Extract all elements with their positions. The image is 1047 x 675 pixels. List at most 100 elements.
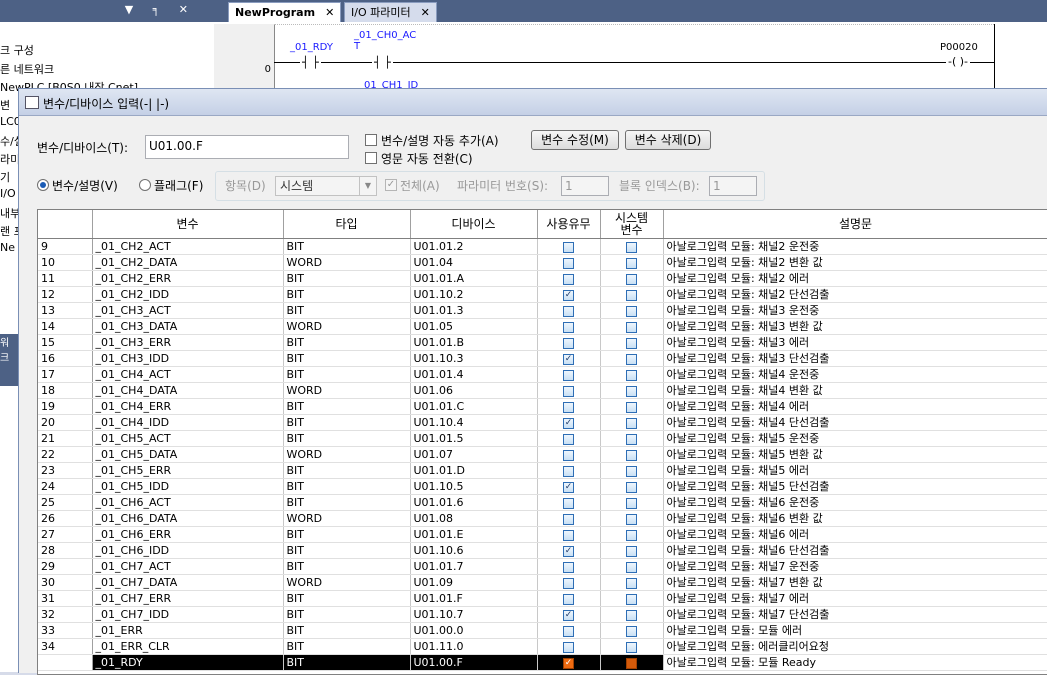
use-checkbox[interactable]: ✓ bbox=[563, 353, 574, 365]
radio-variable[interactable] bbox=[37, 179, 49, 191]
system-variable-checkbox[interactable] bbox=[626, 641, 637, 653]
block-index-input[interactable]: 1 bbox=[709, 176, 757, 196]
table-row[interactable]: 28 _01_CH6_IDD BIT U01.10.6 ✓ 아날로그입력 모듈: 채널6 … bbox=[38, 542, 1047, 559]
radio-flag[interactable] bbox=[139, 179, 151, 191]
system-variable-checkbox[interactable] bbox=[626, 273, 637, 285]
table-row[interactable]: 26 _01_CH6_DATA WORD U01.08 아날로그입력 모듈: 채널6 변… bbox=[38, 510, 1047, 527]
table-row[interactable]: 27 _01_CH6_ERR BIT U01.01.E 아날로그입력 모듈: 채널6 에… bbox=[38, 526, 1047, 543]
system-variable-checkbox[interactable] bbox=[626, 449, 637, 461]
system-variable-checkbox[interactable] bbox=[626, 401, 637, 413]
use-checkbox[interactable] bbox=[563, 241, 574, 253]
column-header[interactable]: 타입 bbox=[283, 210, 411, 239]
use-checkbox[interactable] bbox=[563, 369, 574, 381]
system-variable-checkbox[interactable] bbox=[626, 385, 637, 397]
system-variable-checkbox[interactable] bbox=[626, 513, 637, 525]
item-select[interactable]: 시스템 ▼ bbox=[275, 176, 377, 196]
use-checkbox[interactable] bbox=[563, 257, 574, 269]
use-checkbox[interactable] bbox=[563, 577, 574, 589]
table-row[interactable]: 25 _01_CH6_ACT BIT U01.01.6 아날로그입력 모듈: 채널6 운… bbox=[38, 494, 1047, 511]
tree-item[interactable]: 크 구성 bbox=[0, 42, 34, 58]
system-variable-checkbox[interactable] bbox=[626, 353, 637, 365]
eng-switch-checkbox[interactable] bbox=[365, 152, 377, 164]
tree-item[interactable]: Ne bbox=[0, 241, 15, 254]
table-row[interactable]: 19 _01_CH4_ERR BIT U01.01.C 아날로그입력 모듈: 채널4 에… bbox=[38, 398, 1047, 415]
system-variable-checkbox[interactable] bbox=[626, 625, 637, 637]
table-row[interactable]: 16 _01_CH3_IDD BIT U01.10.3 ✓ 아날로그입력 모듈: 채널3 … bbox=[38, 350, 1047, 367]
edit-variable-button[interactable]: 변수 수정(M) bbox=[531, 130, 619, 150]
auto-add-checkbox[interactable] bbox=[365, 134, 377, 146]
tree-item[interactable]: I/O bbox=[0, 187, 16, 200]
all-checkbox[interactable]: ✓ bbox=[385, 179, 397, 191]
system-variable-checkbox[interactable] bbox=[626, 481, 637, 493]
var-device-input[interactable]: U01.00.F bbox=[145, 135, 349, 159]
use-checkbox[interactable] bbox=[563, 321, 574, 333]
close-icon[interactable]: ✕ bbox=[421, 6, 430, 19]
use-checkbox[interactable] bbox=[563, 305, 574, 317]
system-variable-checkbox[interactable] bbox=[626, 433, 637, 445]
close-icon[interactable]: ✕ bbox=[325, 6, 334, 19]
tree-item[interactable]: 른 네트워크 bbox=[0, 61, 54, 77]
use-checkbox[interactable]: ✓ bbox=[563, 545, 574, 557]
param-number-input[interactable]: 1 bbox=[561, 176, 609, 196]
system-variable-checkbox[interactable] bbox=[626, 577, 637, 589]
table-row[interactable]: 13 _01_CH3_ACT BIT U01.01.3 아날로그입력 모듈: 채널3 운… bbox=[38, 302, 1047, 319]
use-checkbox[interactable] bbox=[563, 433, 574, 445]
use-checkbox[interactable] bbox=[563, 625, 574, 637]
column-header[interactable]: 설명문 bbox=[663, 210, 1047, 239]
use-checkbox[interactable]: ✓ bbox=[563, 289, 574, 301]
use-checkbox[interactable] bbox=[563, 385, 574, 397]
tab-newprogram[interactable]: NewProgram ✕ bbox=[228, 2, 342, 22]
system-variable-checkbox[interactable] bbox=[626, 241, 637, 253]
use-checkbox[interactable] bbox=[563, 593, 574, 605]
system-variable-checkbox[interactable] bbox=[626, 497, 637, 509]
system-variable-checkbox[interactable] bbox=[626, 465, 637, 477]
table-row[interactable]: 31 _01_CH7_ERR BIT U01.01.F 아날로그입력 모듈: 채널7 에… bbox=[38, 590, 1047, 607]
system-variable-checkbox[interactable] bbox=[626, 657, 637, 669]
system-variable-checkbox[interactable] bbox=[626, 561, 637, 573]
table-row[interactable]: 33 _01_ERR BIT U01.00.0 아날로그입력 모듈: 모듈 에러 bbox=[38, 622, 1047, 639]
column-header[interactable]: 디바이스 bbox=[410, 210, 538, 239]
table-row[interactable]: 32 _01_CH7_IDD BIT U01.10.7 ✓ 아날로그입력 모듈: 채널7 … bbox=[38, 606, 1047, 623]
contact-label[interactable]: _01_RDY bbox=[290, 42, 333, 53]
tab-io-parameter[interactable]: I/O 파라미터 ✕ bbox=[344, 2, 437, 22]
system-variable-checkbox[interactable] bbox=[626, 529, 637, 541]
table-row[interactable]: 34 _01_ERR_CLR BIT U01.11.0 아날로그입력 모듈: 에러클리어… bbox=[38, 638, 1047, 655]
table-row[interactable]: 17 _01_CH4_ACT BIT U01.01.4 아날로그입력 모듈: 채널4 운… bbox=[38, 366, 1047, 383]
use-checkbox[interactable] bbox=[563, 529, 574, 541]
use-checkbox[interactable] bbox=[563, 465, 574, 477]
system-variable-checkbox[interactable] bbox=[626, 289, 637, 301]
table-row[interactable]: 35 _01_RDY BIT U01.00.F ✓ 아날로그입력 모듈: 모듈 Ready bbox=[38, 654, 1047, 671]
delete-variable-button[interactable]: 변수 삭제(D) bbox=[625, 130, 711, 150]
column-header[interactable] bbox=[38, 210, 93, 239]
tree-item[interactable]: 기 bbox=[0, 169, 10, 185]
coil-label[interactable]: P00020 bbox=[940, 42, 978, 53]
contact-label[interactable]: _01_CH0_AC T bbox=[354, 30, 416, 52]
system-variable-checkbox[interactable] bbox=[626, 417, 637, 429]
system-variable-checkbox[interactable] bbox=[626, 337, 637, 349]
use-checkbox[interactable]: ✓ bbox=[563, 417, 574, 429]
panel-bottom-tab[interactable]: 워크 bbox=[0, 334, 18, 386]
use-checkbox[interactable] bbox=[563, 513, 574, 525]
table-row[interactable]: 21 _01_CH5_ACT BIT U01.01.5 아날로그입력 모듈: 채널5 운… bbox=[38, 430, 1047, 447]
table-row[interactable]: 18 _01_CH4_DATA WORD U01.06 아날로그입력 모듈: 채널4 변… bbox=[38, 382, 1047, 399]
table-row[interactable]: 20 _01_CH4_IDD BIT U01.10.4 ✓ 아날로그입력 모듈: 채널4 … bbox=[38, 414, 1047, 431]
column-header[interactable]: 시스템 변수 bbox=[600, 210, 664, 239]
system-variable-checkbox[interactable] bbox=[626, 257, 637, 269]
column-header[interactable]: 변수 bbox=[92, 210, 284, 239]
use-checkbox[interactable] bbox=[563, 401, 574, 413]
table-row[interactable]: 11 _01_CH2_ERR BIT U01.01.A 아날로그입력 모듈: 채널2 에… bbox=[38, 270, 1047, 287]
use-checkbox[interactable] bbox=[563, 273, 574, 285]
table-row[interactable]: 14 _01_CH3_DATA WORD U01.05 아날로그입력 모듈: 채널3 변… bbox=[38, 318, 1047, 335]
table-row[interactable]: 9 _01_CH2_ACT BIT U01.01.2 아날로그입력 모듈: 채널2 운전… bbox=[38, 238, 1047, 255]
use-checkbox[interactable] bbox=[563, 497, 574, 509]
use-checkbox[interactable] bbox=[563, 561, 574, 573]
use-checkbox[interactable] bbox=[563, 449, 574, 461]
use-checkbox[interactable] bbox=[563, 337, 574, 349]
system-variable-checkbox[interactable] bbox=[626, 545, 637, 557]
system-variable-checkbox[interactable] bbox=[626, 305, 637, 317]
use-checkbox[interactable] bbox=[563, 641, 574, 653]
table-row[interactable]: 10 _01_CH2_DATA WORD U01.04 아날로그입력 모듈: 채널2 변… bbox=[38, 254, 1047, 271]
system-variable-checkbox[interactable] bbox=[626, 321, 637, 333]
use-checkbox[interactable]: ✓ bbox=[563, 481, 574, 493]
table-row[interactable]: 23 _01_CH5_ERR BIT U01.01.D 아날로그입력 모듈: 채널5 에… bbox=[38, 462, 1047, 479]
